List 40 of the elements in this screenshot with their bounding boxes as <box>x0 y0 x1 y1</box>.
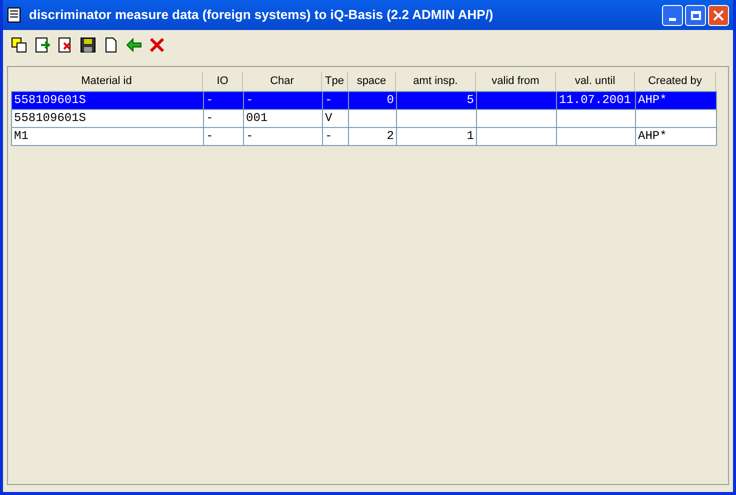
column-header[interactable]: space <box>348 72 396 91</box>
back-arrow-icon[interactable] <box>124 35 144 55</box>
table-cell: - <box>206 111 214 125</box>
column-header[interactable]: valid from <box>476 72 556 91</box>
document-icon <box>7 7 21 23</box>
table-cell: - <box>206 93 214 107</box>
minimize-button[interactable] <box>662 4 683 26</box>
close-icon <box>713 10 724 20</box>
save-icon[interactable] <box>78 35 98 55</box>
table-cell: AHP* <box>638 93 667 107</box>
table-cell: 2 <box>386 129 394 143</box>
table-cell: 0 <box>386 93 394 107</box>
maximize-button[interactable] <box>685 4 706 26</box>
table-cell: 558109601S <box>14 111 86 125</box>
table-cell: AHP* <box>638 129 667 143</box>
table-cell: M1 <box>14 129 28 143</box>
table-cell: - <box>246 93 254 107</box>
table-row[interactable]: 558109601S - 001 V <box>12 110 717 128</box>
column-header[interactable]: Tpe <box>322 72 348 91</box>
table-cell: 11.07.2001 <box>559 93 632 107</box>
table-cell: V <box>325 111 332 125</box>
table-cell: 5 <box>466 93 474 107</box>
table-cell: - <box>325 93 332 107</box>
table-cell: - <box>246 129 254 143</box>
column-header[interactable]: amt insp. <box>396 72 476 91</box>
close-button[interactable] <box>708 4 729 26</box>
column-header[interactable]: Material id <box>11 72 203 91</box>
table-cell: 001 <box>246 111 268 125</box>
table-row[interactable]: M1 - - - 2 1 AHP* <box>12 128 717 146</box>
table-cell: - <box>325 129 332 143</box>
table-cell: 1 <box>466 129 474 143</box>
column-header[interactable]: Created by <box>635 72 716 91</box>
close-icon[interactable] <box>147 35 167 55</box>
table-cell: 558109601S <box>14 93 86 107</box>
table-cell: - <box>206 129 214 143</box>
table-row[interactable]: 558109601S - - - 0 5 11.07.2001 AHP* <box>12 92 717 110</box>
column-header[interactable]: IO <box>203 72 243 91</box>
column-header[interactable]: val. until <box>556 72 635 91</box>
column-header[interactable]: Char <box>243 72 322 91</box>
window-title: discriminator measure data (foreign systems) to iQ-Basis (2.2 ADMIN AHP/) <box>29 6 494 24</box>
